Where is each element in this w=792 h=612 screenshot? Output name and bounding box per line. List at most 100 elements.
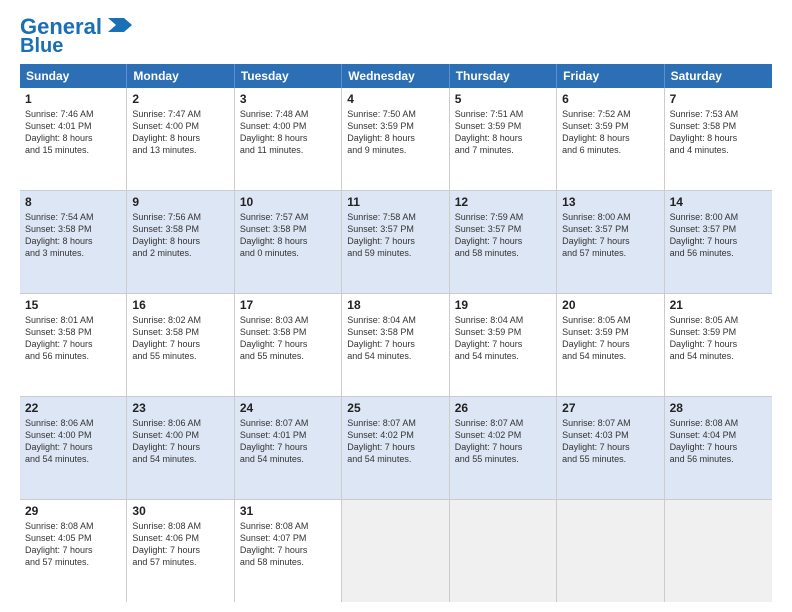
day-cell-28: 28 Sunrise: 8:08 AMSunset: 4:04 PMDayligh…	[665, 397, 772, 499]
day-cell-18: 18 Sunrise: 8:04 AMSunset: 3:58 PMDayligh…	[342, 294, 449, 396]
cell-info: Sunrise: 7:56 AMSunset: 3:58 PMDaylight:…	[132, 211, 228, 260]
day-cell-9: 9 Sunrise: 7:56 AMSunset: 3:58 PMDaylight…	[127, 191, 234, 293]
day-number: 8	[25, 195, 121, 209]
day-number: 11	[347, 195, 443, 209]
weekday-header-sunday: Sunday	[20, 64, 127, 88]
calendar-row-3: 22 Sunrise: 8:06 AMSunset: 4:00 PMDayligh…	[20, 397, 772, 500]
day-cell-14: 14 Sunrise: 8:00 AMSunset: 3:57 PMDayligh…	[665, 191, 772, 293]
day-number: 3	[240, 92, 336, 106]
day-number: 14	[670, 195, 767, 209]
cell-info: Sunrise: 8:05 AMSunset: 3:59 PMDaylight:…	[562, 314, 658, 363]
cell-info: Sunrise: 8:07 AMSunset: 4:01 PMDaylight:…	[240, 417, 336, 466]
cell-info: Sunrise: 7:50 AMSunset: 3:59 PMDaylight:…	[347, 108, 443, 157]
day-number: 31	[240, 504, 336, 518]
day-number: 9	[132, 195, 228, 209]
cell-info: Sunrise: 8:08 AMSunset: 4:07 PMDaylight:…	[240, 520, 336, 569]
day-cell-2: 2 Sunrise: 7:47 AMSunset: 4:00 PMDaylight…	[127, 88, 234, 190]
day-number: 7	[670, 92, 767, 106]
cell-info: Sunrise: 8:08 AMSunset: 4:06 PMDaylight:…	[132, 520, 228, 569]
day-cell-11: 11 Sunrise: 7:58 AMSunset: 3:57 PMDayligh…	[342, 191, 449, 293]
day-cell-31: 31 Sunrise: 8:08 AMSunset: 4:07 PMDayligh…	[235, 500, 342, 602]
day-number: 12	[455, 195, 551, 209]
day-number: 15	[25, 298, 121, 312]
day-number: 16	[132, 298, 228, 312]
logo: General Blue	[20, 16, 132, 56]
cell-info: Sunrise: 8:00 AMSunset: 3:57 PMDaylight:…	[562, 211, 658, 260]
calendar: SundayMondayTuesdayWednesdayThursdayFrid…	[20, 64, 772, 602]
day-number: 17	[240, 298, 336, 312]
cell-info: Sunrise: 7:48 AMSunset: 4:00 PMDaylight:…	[240, 108, 336, 157]
header: General Blue	[20, 16, 772, 56]
day-cell-1: 1 Sunrise: 7:46 AMSunset: 4:01 PMDaylight…	[20, 88, 127, 190]
cell-info: Sunrise: 8:04 AMSunset: 3:58 PMDaylight:…	[347, 314, 443, 363]
calendar-row-2: 15 Sunrise: 8:01 AMSunset: 3:58 PMDayligh…	[20, 294, 772, 397]
calendar-body: 1 Sunrise: 7:46 AMSunset: 4:01 PMDaylight…	[20, 88, 772, 602]
day-cell-30: 30 Sunrise: 8:08 AMSunset: 4:06 PMDayligh…	[127, 500, 234, 602]
day-number: 5	[455, 92, 551, 106]
day-cell-6: 6Sunrise: 7:52 AMSunset: 3:59 PMDaylight…	[557, 88, 664, 190]
weekday-header-saturday: Saturday	[665, 64, 772, 88]
cell-info: Sunrise: 8:07 AMSunset: 4:02 PMDaylight:…	[347, 417, 443, 466]
cell-info: Sunrise: 7:58 AMSunset: 3:57 PMDaylight:…	[347, 211, 443, 260]
weekday-header-wednesday: Wednesday	[342, 64, 449, 88]
day-number: 30	[132, 504, 228, 518]
cell-info: Sunrise: 8:07 AMSunset: 4:02 PMDaylight:…	[455, 417, 551, 466]
day-cell-15: 15 Sunrise: 8:01 AMSunset: 3:58 PMDayligh…	[20, 294, 127, 396]
weekday-header-monday: Monday	[127, 64, 234, 88]
cell-info: Sunrise: 8:04 AMSunset: 3:59 PMDaylight:…	[455, 314, 551, 363]
day-cell-13: 13 Sunrise: 8:00 AMSunset: 3:57 PMDayligh…	[557, 191, 664, 293]
weekday-header-friday: Friday	[557, 64, 664, 88]
cell-info: Sunrise: 7:57 AMSunset: 3:58 PMDaylight:…	[240, 211, 336, 260]
day-number: 1	[25, 92, 121, 106]
calendar-row-0: 1 Sunrise: 7:46 AMSunset: 4:01 PMDaylight…	[20, 88, 772, 191]
day-cell-5: 5Sunrise: 7:51 AMSunset: 3:59 PMDaylight…	[450, 88, 557, 190]
day-number: 18	[347, 298, 443, 312]
page: General Blue SundayMondayTuesdayWednesda…	[0, 0, 792, 612]
day-number: 2	[132, 92, 228, 106]
day-number: 29	[25, 504, 121, 518]
day-cell-29: 29 Sunrise: 8:08 AMSunset: 4:05 PMDayligh…	[20, 500, 127, 602]
cell-info: Sunrise: 7:59 AMSunset: 3:57 PMDaylight:…	[455, 211, 551, 260]
cell-info: Sunrise: 7:52 AMSunset: 3:59 PMDaylight:…	[562, 108, 658, 157]
calendar-row-1: 8 Sunrise: 7:54 AMSunset: 3:58 PMDaylight…	[20, 191, 772, 294]
cell-info: Sunrise: 8:02 AMSunset: 3:58 PMDaylight:…	[132, 314, 228, 363]
day-number: 24	[240, 401, 336, 415]
weekday-header-tuesday: Tuesday	[235, 64, 342, 88]
day-cell-19: 19 Sunrise: 8:04 AMSunset: 3:59 PMDayligh…	[450, 294, 557, 396]
day-cell-26: 26Sunrise: 8:07 AMSunset: 4:02 PMDayligh…	[450, 397, 557, 499]
day-number: 22	[25, 401, 121, 415]
day-number: 13	[562, 195, 658, 209]
day-cell-8: 8 Sunrise: 7:54 AMSunset: 3:58 PMDaylight…	[20, 191, 127, 293]
day-number: 28	[670, 401, 767, 415]
cell-info: Sunrise: 8:00 AMSunset: 3:57 PMDaylight:…	[670, 211, 767, 260]
day-cell-12: 12 Sunrise: 7:59 AMSunset: 3:57 PMDayligh…	[450, 191, 557, 293]
cell-info: Sunrise: 7:53 AMSunset: 3:58 PMDaylight:…	[670, 108, 767, 157]
day-cell-23: 23 Sunrise: 8:06 AMSunset: 4:00 PMDayligh…	[127, 397, 234, 499]
day-cell-21: 21Sunrise: 8:05 AMSunset: 3:59 PMDayligh…	[665, 294, 772, 396]
day-number: 21	[670, 298, 767, 312]
empty-cell-4-5	[557, 500, 664, 602]
day-cell-7: 7 Sunrise: 7:53 AMSunset: 3:58 PMDaylight…	[665, 88, 772, 190]
day-cell-4: 4 Sunrise: 7:50 AMSunset: 3:59 PMDaylight…	[342, 88, 449, 190]
cell-info: Sunrise: 8:08 AMSunset: 4:05 PMDaylight:…	[25, 520, 121, 569]
day-number: 10	[240, 195, 336, 209]
logo-blue: Blue	[20, 36, 63, 56]
cell-info: Sunrise: 7:54 AMSunset: 3:58 PMDaylight:…	[25, 211, 121, 260]
day-number: 25	[347, 401, 443, 415]
day-number: 19	[455, 298, 551, 312]
day-number: 4	[347, 92, 443, 106]
cell-info: Sunrise: 8:01 AMSunset: 3:58 PMDaylight:…	[25, 314, 121, 363]
cell-info: Sunrise: 7:46 AMSunset: 4:01 PMDaylight:…	[25, 108, 121, 157]
day-cell-20: 20Sunrise: 8:05 AMSunset: 3:59 PMDayligh…	[557, 294, 664, 396]
calendar-header: SundayMondayTuesdayWednesdayThursdayFrid…	[20, 64, 772, 88]
cell-info: Sunrise: 8:06 AMSunset: 4:00 PMDaylight:…	[132, 417, 228, 466]
empty-cell-4-4	[450, 500, 557, 602]
day-cell-27: 27 Sunrise: 8:07 AMSunset: 4:03 PMDayligh…	[557, 397, 664, 499]
cell-info: Sunrise: 8:08 AMSunset: 4:04 PMDaylight:…	[670, 417, 767, 466]
day-cell-3: 3 Sunrise: 7:48 AMSunset: 4:00 PMDaylight…	[235, 88, 342, 190]
day-number: 27	[562, 401, 658, 415]
day-cell-17: 17Sunrise: 8:03 AMSunset: 3:58 PMDayligh…	[235, 294, 342, 396]
cell-info: Sunrise: 7:47 AMSunset: 4:00 PMDaylight:…	[132, 108, 228, 157]
cell-info: Sunrise: 8:07 AMSunset: 4:03 PMDaylight:…	[562, 417, 658, 466]
day-number: 23	[132, 401, 228, 415]
